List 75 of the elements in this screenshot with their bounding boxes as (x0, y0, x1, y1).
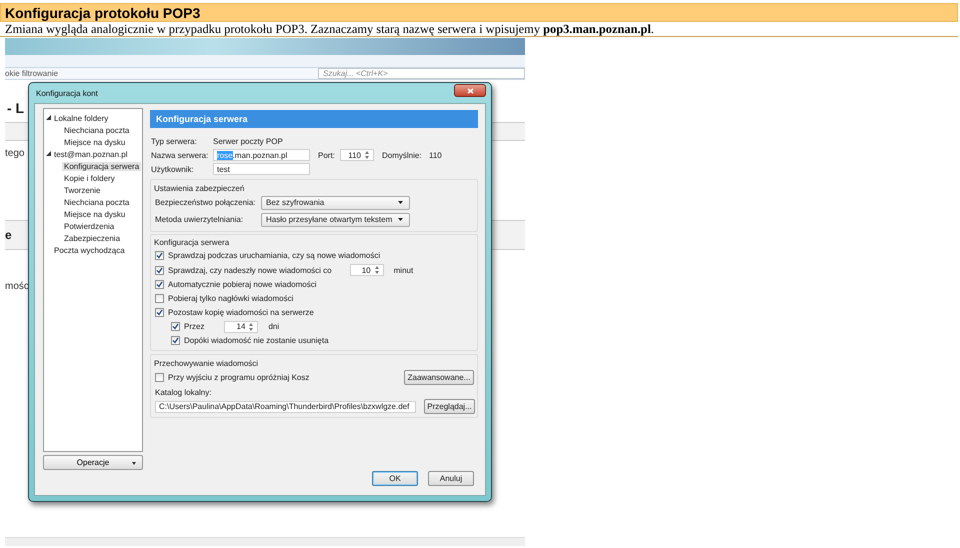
tree-item[interactable]: Kopie i foldery (62, 174, 117, 182)
filter-label: okie filtrowanie (5, 69, 58, 79)
close-button[interactable] (454, 84, 486, 97)
tree-item[interactable]: test@man.poznan.pl (52, 150, 130, 158)
option-label: Sprawdzaj, czy nadeszły nowe wiadomości co (168, 266, 332, 275)
tree-item[interactable]: Konfiguracja serwera (62, 162, 142, 170)
option-label: Pobieraj tylko nagłówki wiadomości (168, 294, 294, 303)
checkbox[interactable] (171, 336, 180, 346)
panel-header: Konfiguracja serwera (150, 110, 478, 128)
checkbox[interactable] (155, 266, 164, 275)
checkbox[interactable] (171, 322, 180, 332)
option-label: Automatycznie pobieraj nowe wiadomości (168, 280, 317, 289)
close-icon (466, 88, 474, 94)
window-title: Konfiguracja kont (35, 88, 98, 98)
expanded-arrow-icon[interactable] (46, 150, 51, 156)
group-title: Konfiguracja serwera (154, 237, 230, 249)
field-label: Nazwa serwera: (151, 150, 210, 160)
field-value: Serwer poczty POP (213, 136, 283, 146)
spinner-arrows-icon[interactable] (374, 265, 380, 276)
number-field[interactable]: 10 (350, 264, 384, 276)
option-label: Dopóki wiadomość nie zostanie usunięta (184, 336, 329, 346)
section-title: Konfiguracja protokołu POP3 (0, 3, 958, 22)
tree-item[interactable]: Tworzenie (62, 186, 102, 194)
tree-item[interactable]: Niechciana poczta (62, 126, 132, 134)
expanded-arrow-icon[interactable] (46, 114, 51, 120)
user-field[interactable]: test (213, 163, 310, 175)
text-fragment: mośc (5, 281, 29, 294)
operations-button[interactable]: Operacje (43, 455, 143, 470)
dropdown[interactable]: Bez szyfrowania (261, 196, 410, 210)
tree-item[interactable]: Zabezpieczenia (62, 234, 122, 242)
unit-label: minut (394, 266, 414, 275)
option-label: Sprawdzaj podczas uruchamiania, czy są nowe wiadomości (168, 251, 380, 260)
heading-fragment: - L (6, 100, 24, 118)
dropdown[interactable]: Hasło przesyłane otwartym tekstem (261, 212, 410, 226)
unit-label: dni (268, 322, 280, 332)
field-label: Domyślnie: (382, 150, 423, 160)
field-label: Typ serwera: (151, 136, 198, 146)
number-field[interactable]: 110 (340, 149, 374, 161)
server-name-field[interactable]: rose.man.poznan.pl (213, 149, 310, 161)
checkbox[interactable] (155, 308, 164, 318)
checkbox[interactable] (155, 294, 164, 303)
caret-icon (398, 201, 403, 204)
option-label: Przez (184, 322, 204, 332)
field-label: Metoda uwierzytelniania: (155, 215, 244, 224)
field-label: Katalog lokalny: (155, 388, 212, 396)
group-title: Przechowywanie wiadomości (154, 358, 260, 369)
tree-item[interactable]: Potwierdzenia (62, 222, 116, 230)
tree-item[interactable]: Poczta wychodząca (52, 246, 127, 254)
paragraph: Zmiana wygląda analogicznie w przypadku protokołu POP3. Zaznaczamy starą nazwę serwera i wpisujemy pop3.man.poznan.pl. (0, 22, 958, 37)
heading-fragment: e (5, 228, 12, 242)
dialog-button[interactable]: Anuluj (428, 471, 474, 486)
checkbox[interactable] (155, 373, 164, 382)
browse-button[interactable]: Przeglądaj... (424, 399, 475, 414)
path-field[interactable]: C:\Users\Paulina\AppData\Roaming\Thunderbird\Profiles\bzxwlgze.def (155, 400, 416, 412)
spinner-arrows-icon[interactable] (364, 150, 370, 160)
field-label: Użytkownik: (151, 164, 195, 174)
tree-item[interactable]: Miejsce na dysku (62, 138, 128, 146)
field-label: Port: (318, 150, 336, 160)
spinner-arrows-icon[interactable] (248, 322, 254, 332)
field-value: 110 (429, 150, 442, 160)
field-label: Bezpieczeństwo połączenia: (155, 198, 257, 207)
group-title: Ustawienia zabezpieczeń (154, 182, 246, 194)
tree-item[interactable]: Miejsce na dysku (62, 210, 128, 218)
caret-icon (132, 462, 136, 465)
tree-item[interactable]: Niechciana poczta (62, 198, 132, 206)
option-label: Przy wyjściu z programu opróżniaj Kosz (168, 373, 310, 382)
checkbox[interactable] (155, 251, 164, 260)
search-field[interactable]: Szukaj... <Ctrl+K> (318, 68, 525, 79)
advanced-button[interactable]: Zaawansowane... (404, 370, 474, 385)
checkbox[interactable] (155, 280, 164, 289)
option-label: Pozostaw kopię wiadomości na serwerze (168, 308, 314, 318)
text-fragment: tego (5, 148, 24, 161)
tree-item[interactable]: Lokalne foldery (52, 114, 110, 122)
number-field[interactable]: 14 (224, 320, 258, 333)
dialog-button[interactable]: OK (372, 471, 418, 486)
